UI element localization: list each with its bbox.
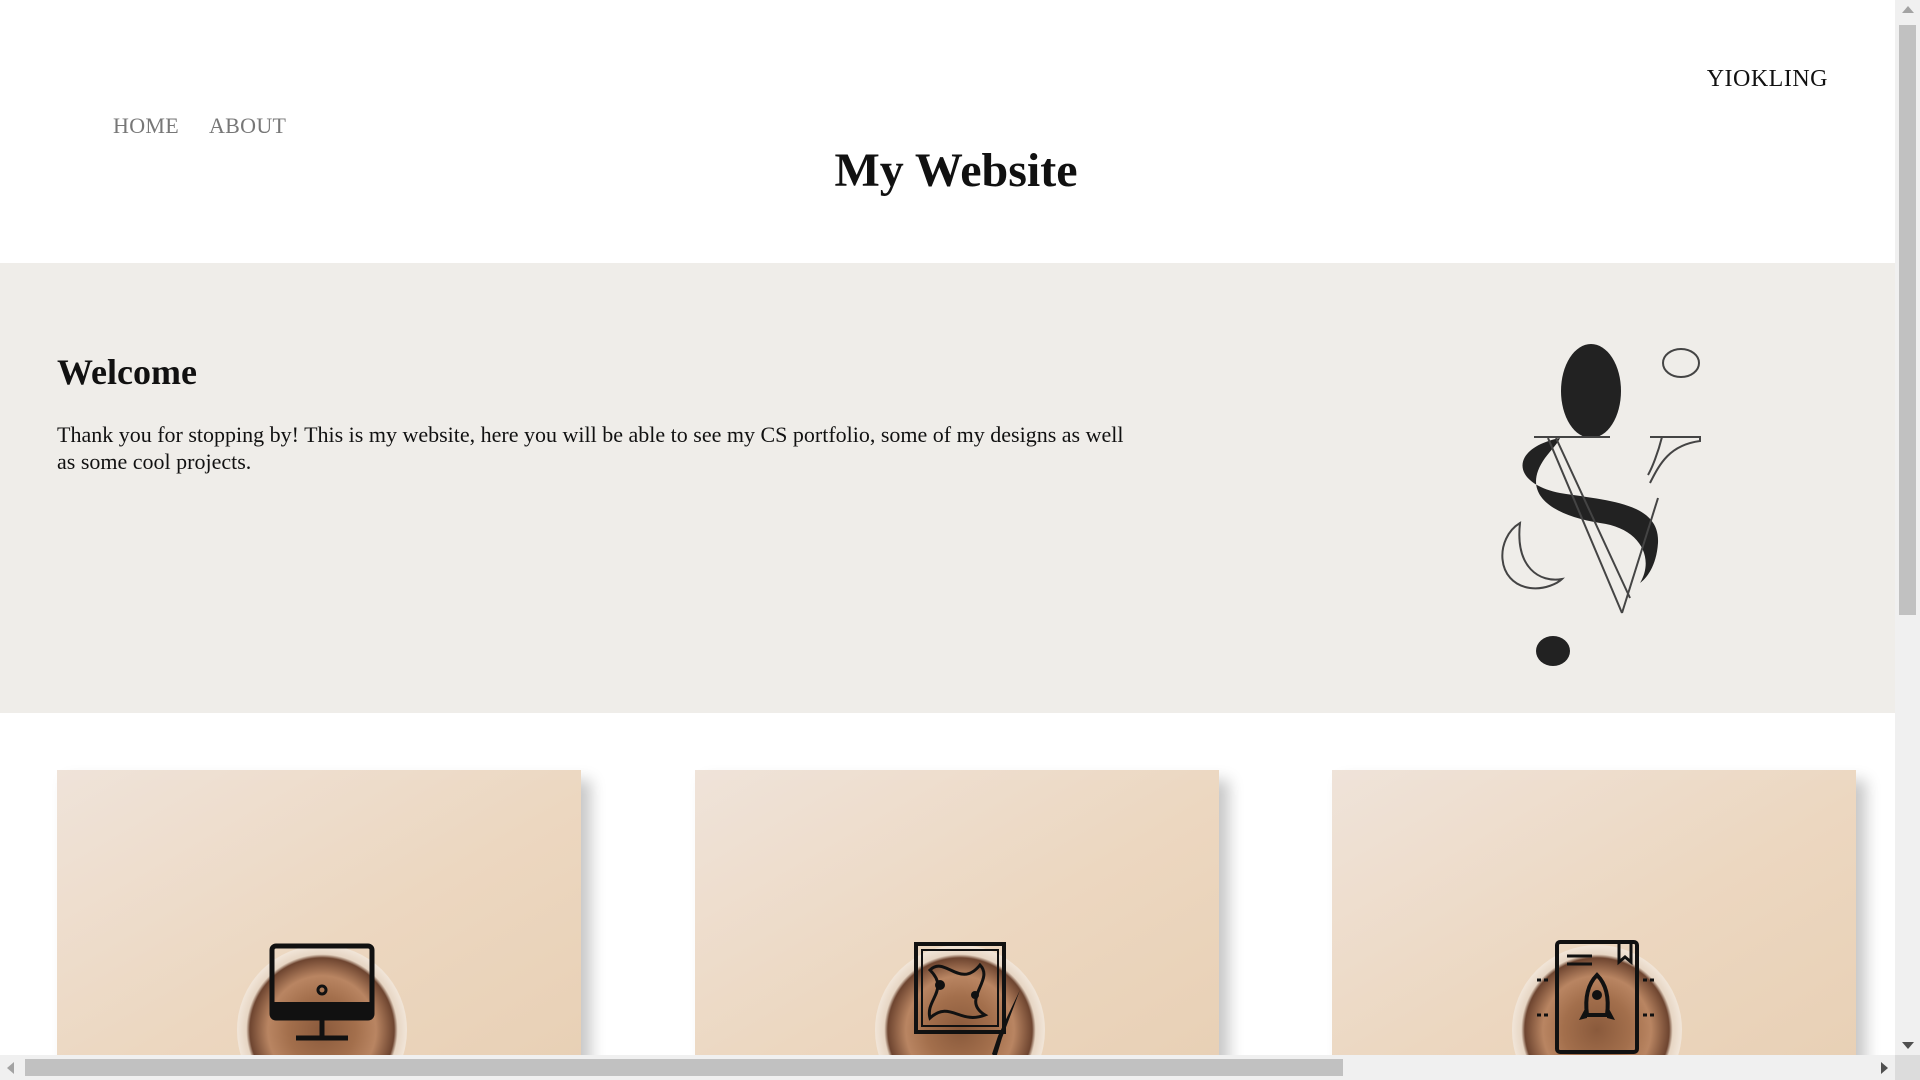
nav-about-link[interactable]: ABOUT xyxy=(209,113,286,139)
horizontal-scroll-thumb[interactable] xyxy=(25,1059,1343,1076)
brand-link[interactable]: YIOKLING xyxy=(1707,66,1828,93)
rocket-book-icon xyxy=(1537,940,1657,1054)
horizontal-scrollbar[interactable] xyxy=(0,1055,1895,1080)
yl-monogram-logo-icon xyxy=(1501,344,1701,666)
welcome-section: Welcome Thank you for stopping by! This … xyxy=(0,263,1895,713)
welcome-text: Thank you for stopping by! This is my we… xyxy=(57,422,1124,474)
vertical-scroll-thumb[interactable] xyxy=(1899,25,1916,615)
scrollbar-corner xyxy=(1895,1055,1920,1080)
site-title: My Website xyxy=(834,144,1078,197)
main-nav: HOME ABOUT xyxy=(113,113,286,139)
welcome-heading: Welcome xyxy=(57,352,197,392)
scroll-down-arrow-icon[interactable] xyxy=(1902,1042,1914,1049)
nav-home-link[interactable]: HOME xyxy=(113,113,179,139)
project-card[interactable] xyxy=(695,770,1219,1055)
project-card[interactable] xyxy=(57,770,581,1055)
computer-icon xyxy=(269,943,375,1041)
vertical-scrollbar[interactable] xyxy=(1895,0,1920,1055)
page-viewport: YIOKLING HOME ABOUT My Website Welcome T… xyxy=(0,0,1895,1055)
scroll-right-arrow-icon[interactable] xyxy=(1881,1062,1888,1074)
project-cards xyxy=(57,770,1857,1055)
art-canvas-brush-icon xyxy=(914,942,1020,1055)
scroll-up-arrow-icon[interactable] xyxy=(1902,6,1914,13)
project-card[interactable] xyxy=(1332,770,1856,1055)
scroll-left-arrow-icon[interactable] xyxy=(7,1062,14,1074)
